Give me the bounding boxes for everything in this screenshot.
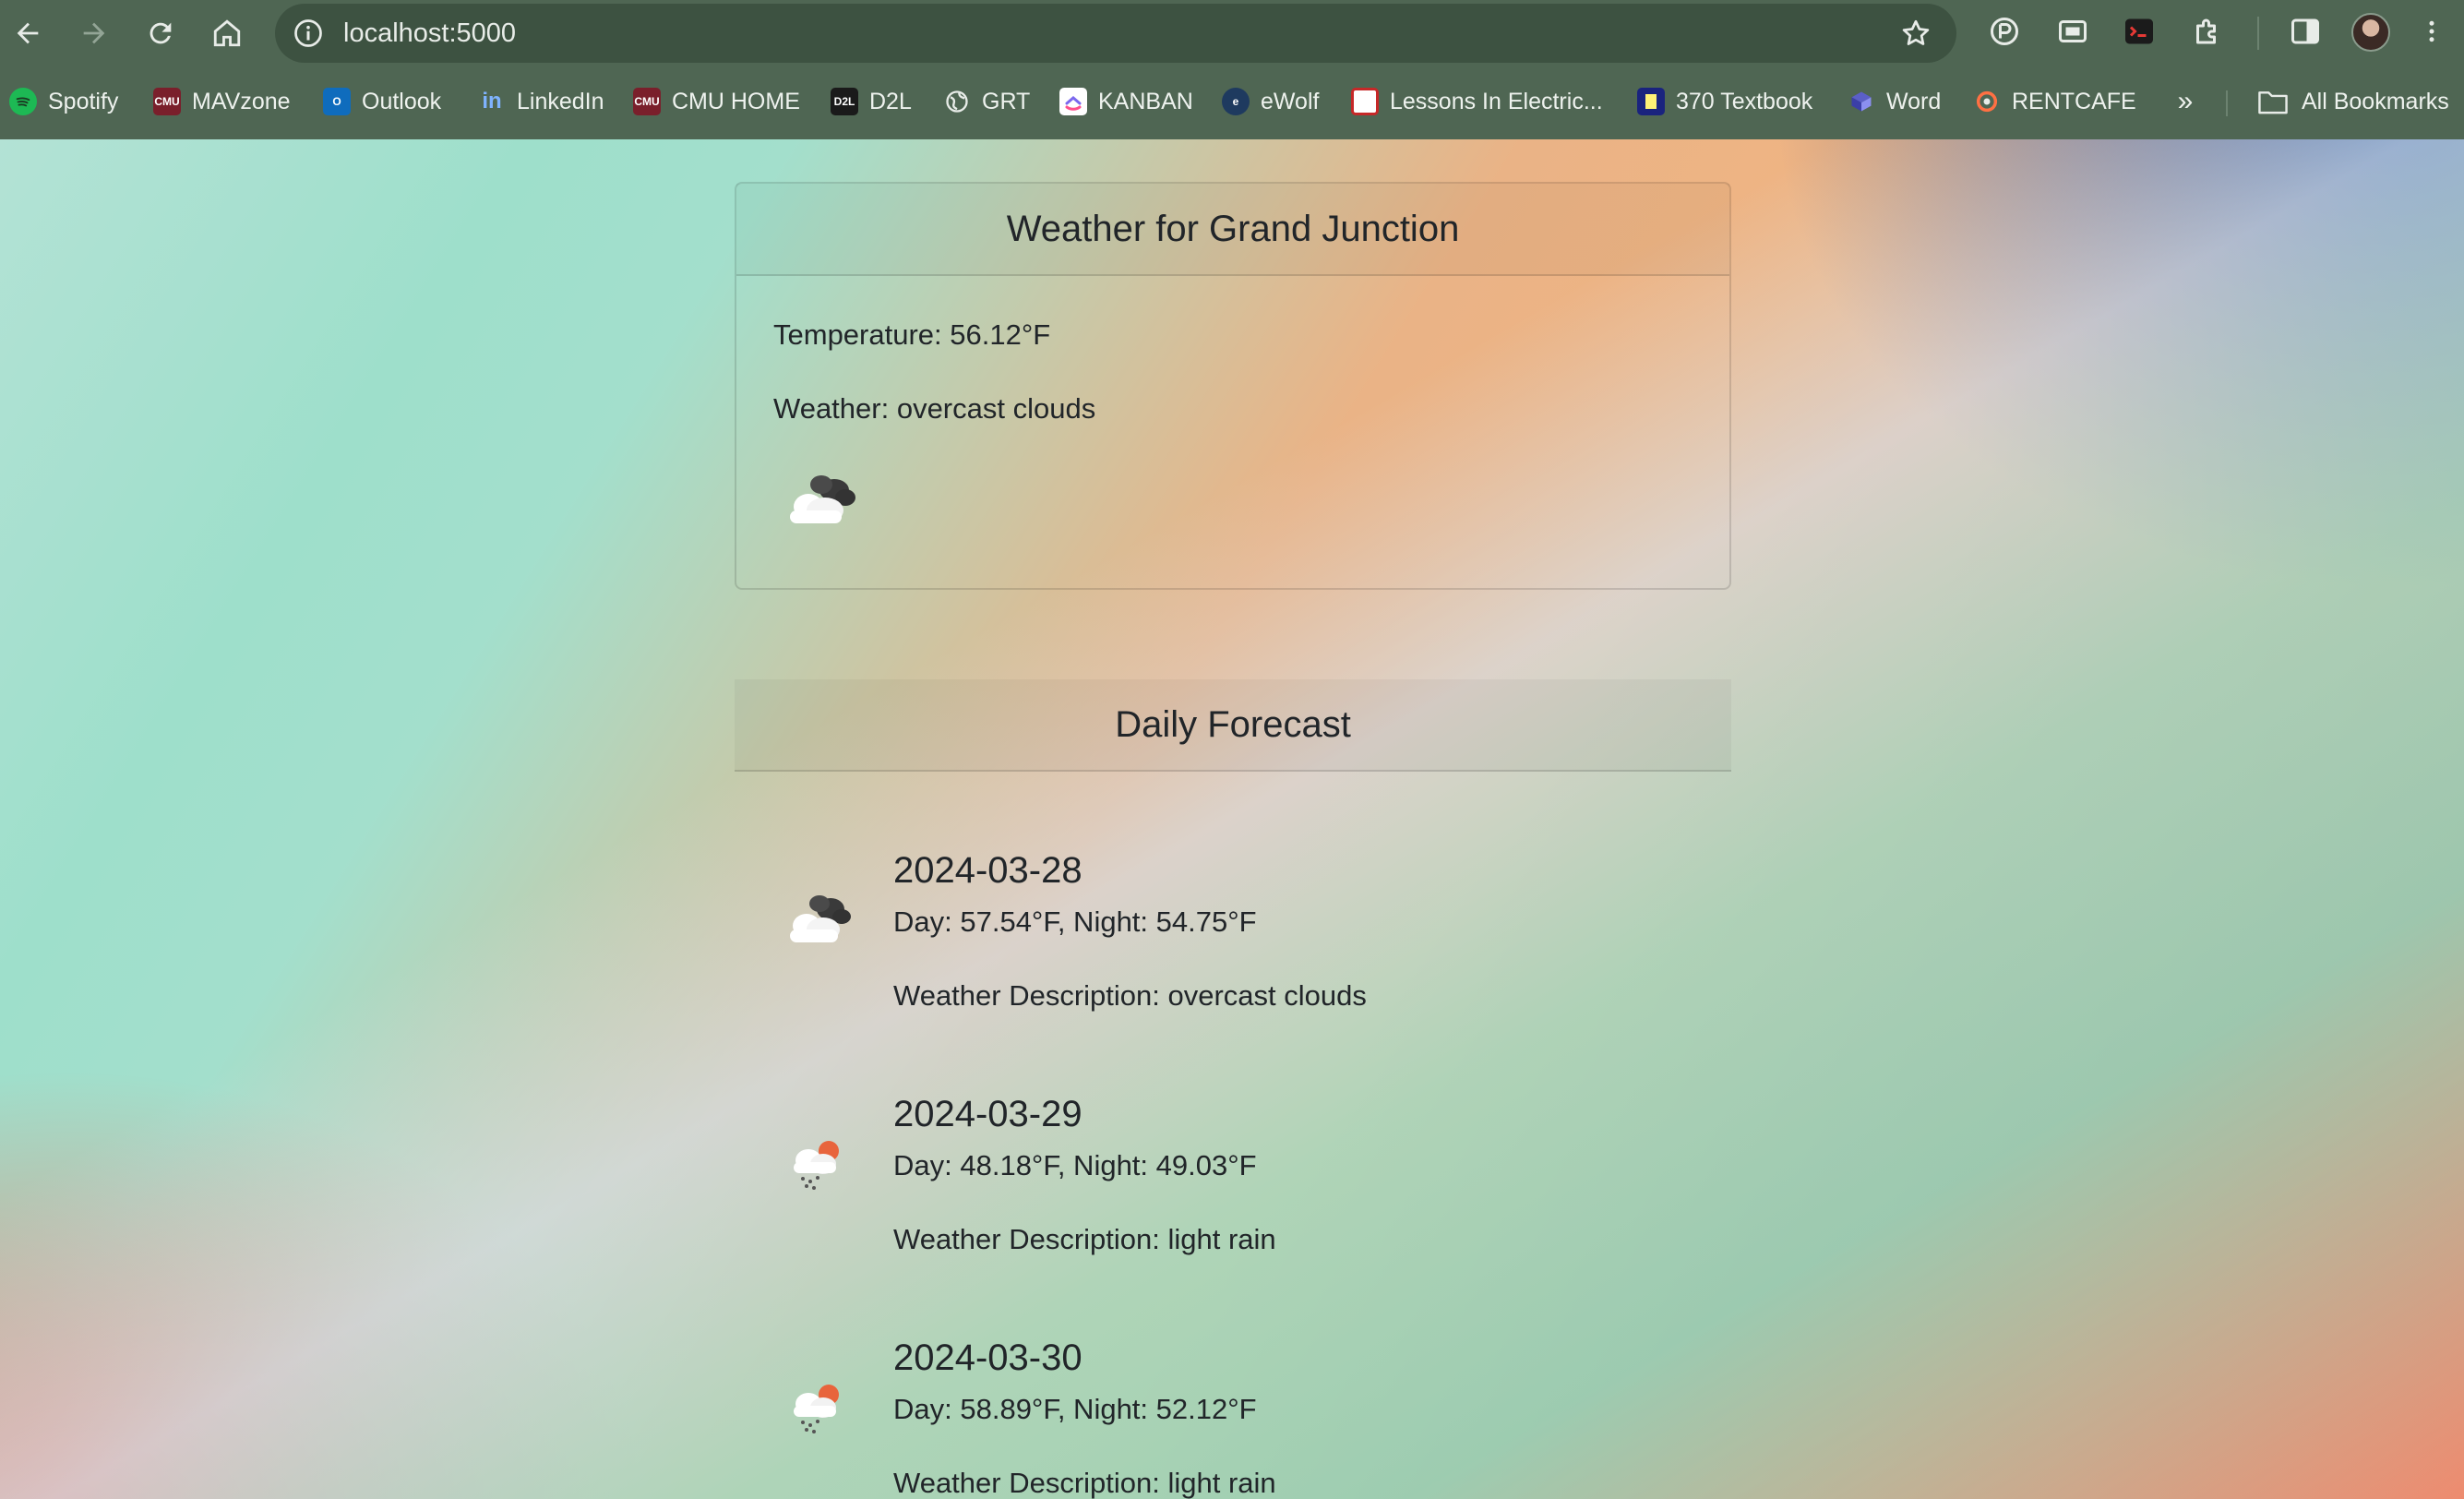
lessons-icon <box>1351 88 1379 115</box>
page-content: Weather for Grand Junction Temperature: … <box>0 139 2464 1499</box>
forecast-date: 2024-03-29 <box>893 1094 1082 1134</box>
arrow-right-icon <box>83 22 105 44</box>
bookmark-label: MAVzone <box>192 88 291 114</box>
light-rain-icon <box>794 1385 839 1433</box>
ewolf-icon: e <box>1222 88 1250 115</box>
bookmark-label: Outlook <box>362 88 442 114</box>
side-panel-icon <box>2291 18 2319 44</box>
all-bookmarks-button[interactable]: All Bookmarks <box>2257 83 2449 120</box>
url-text[interactable]: localhost:5000 <box>343 4 516 63</box>
picture-in-picture-button[interactable] <box>2054 13 2091 50</box>
bookmarks-separator <box>2226 90 2228 116</box>
profile-avatar[interactable] <box>2351 13 2390 52</box>
forecast-description: Weather Description: overcast clouds <box>893 979 1367 1012</box>
bookmark-label: D2L <box>869 88 912 114</box>
bookmark-label: 370 Textbook <box>1676 88 1813 114</box>
forecast-temps: Day: 57.54°F, Night: 54.75°F <box>893 905 1257 938</box>
kebab-menu-icon <box>2429 20 2434 42</box>
extension-button[interactable] <box>1986 13 2023 50</box>
bookmark-linkedin[interactable]: in LinkedIn <box>478 83 604 120</box>
bookmark-word[interactable]: Word <box>1848 83 1941 120</box>
forward-button[interactable] <box>72 11 116 55</box>
rentcafe-icon <box>1973 88 2001 115</box>
side-panel-button[interactable] <box>2287 13 2324 50</box>
extensions-button[interactable] <box>2189 13 2226 50</box>
bookmark-d2l[interactable]: D2L D2L <box>831 83 912 120</box>
back-button[interactable] <box>6 11 50 55</box>
bookmark-label: Word <box>1886 88 1942 114</box>
all-bookmarks-label: All Bookmarks <box>2302 88 2449 114</box>
d2l-icon: D2L <box>831 88 858 115</box>
extension-circle-icon <box>1991 18 2018 45</box>
folder-icon <box>2258 91 2288 114</box>
bookmark-label: KANBAN <box>1098 88 1193 114</box>
light-rain-icon <box>794 1141 839 1190</box>
browser-chrome: localhost:5000 Spotify CMU MAVzone O Out… <box>0 0 2464 139</box>
toolbar-separator <box>2257 17 2259 50</box>
bookmark-lessons[interactable]: Lessons In Electric... <box>1351 83 1603 120</box>
cmu-icon: CMU <box>633 88 661 115</box>
info-icon[interactable] <box>292 17 325 50</box>
bookmark-370-textbook[interactable]: 370 Textbook <box>1637 83 1812 120</box>
forecast-day: 2024-03-28 Day: 57.54°F, Night: 54.75°F … <box>783 850 1705 1072</box>
forecast-day: 2024-03-30 Day: 58.89°F, Night: 52.12°F … <box>783 1337 1705 1499</box>
forecast-day: 2024-03-29 Day: 48.18°F, Night: 49.03°F … <box>783 1094 1705 1315</box>
reload-icon <box>150 22 172 44</box>
home-icon <box>213 19 241 47</box>
current-weather-card: Weather for Grand Junction Temperature: … <box>735 182 1731 590</box>
bookmark-label: Lessons In Electric... <box>1390 88 1603 114</box>
bookmarks-bar: Spotify CMU MAVzone O Outlook in LinkedI… <box>0 76 2464 127</box>
bookmark-label: Spotify <box>48 88 119 114</box>
reload-button[interactable] <box>138 11 183 55</box>
current-temperature: Temperature: 56.12°F <box>773 318 1051 351</box>
daily-forecast-title: Daily Forecast <box>735 679 1731 772</box>
current-weather-title: Weather for Grand Junction <box>736 184 1729 276</box>
bookmark-label: CMU HOME <box>672 88 800 114</box>
browser-toolbar: localhost:5000 <box>0 0 2464 66</box>
forecast-date: 2024-03-28 <box>893 850 1082 891</box>
star-icon[interactable] <box>1899 17 1932 50</box>
forecast-description: Weather Description: light rain <box>893 1223 1276 1255</box>
terminal-extension-button[interactable] <box>2121 13 2158 50</box>
bookmark-label: GRT <box>982 88 1031 114</box>
picture-in-picture-icon <box>2059 20 2087 42</box>
home-button[interactable] <box>205 11 249 55</box>
more-bookmarks-button[interactable]: » <box>2169 85 2202 118</box>
menu-button[interactable] <box>2418 13 2446 50</box>
clickup-icon <box>1059 88 1087 115</box>
overcast-clouds-icon <box>790 475 855 523</box>
bookmark-label: eWolf <box>1261 88 1320 114</box>
word-icon <box>1848 88 1875 115</box>
address-bar[interactable]: localhost:5000 <box>275 4 1956 63</box>
bookmark-mavzone[interactable]: CMU MAVzone <box>153 83 291 120</box>
forecast-date: 2024-03-30 <box>893 1337 1082 1378</box>
bookmark-grt[interactable]: GRT <box>943 83 1030 120</box>
current-weather-description: Weather: overcast clouds <box>773 392 1096 425</box>
bookmark-label: LinkedIn <box>517 88 604 114</box>
bookmark-label: RENTCAFE <box>2012 88 2136 114</box>
arrow-left-icon <box>17 22 39 44</box>
bookmark-ewolf[interactable]: e eWolf <box>1222 83 1319 120</box>
overcast-clouds-icon <box>790 895 851 942</box>
linkedin-icon: in <box>482 89 502 114</box>
forecast-temps: Day: 48.18°F, Night: 49.03°F <box>893 1149 1257 1181</box>
outlook-icon: O <box>323 88 351 115</box>
forecast-temps: Day: 58.89°F, Night: 52.12°F <box>893 1393 1257 1425</box>
terminal-icon <box>2125 18 2153 44</box>
bookmark-rentcafe[interactable]: RENTCAFE <box>1973 83 2136 120</box>
globe-icon <box>943 88 971 115</box>
bookmark-kanban[interactable]: KANBAN <box>1059 83 1193 120</box>
bookmark-cmu-home[interactable]: CMU CMU HOME <box>633 83 800 120</box>
cmu-icon: CMU <box>153 88 181 115</box>
puzzle-icon <box>2196 18 2216 44</box>
bookmark-outlook[interactable]: O Outlook <box>323 83 441 120</box>
forecast-description: Weather Description: light rain <box>893 1467 1276 1499</box>
textbook-icon <box>1637 88 1665 115</box>
bookmark-spotify[interactable]: Spotify <box>9 83 118 120</box>
spotify-icon <box>9 88 37 115</box>
